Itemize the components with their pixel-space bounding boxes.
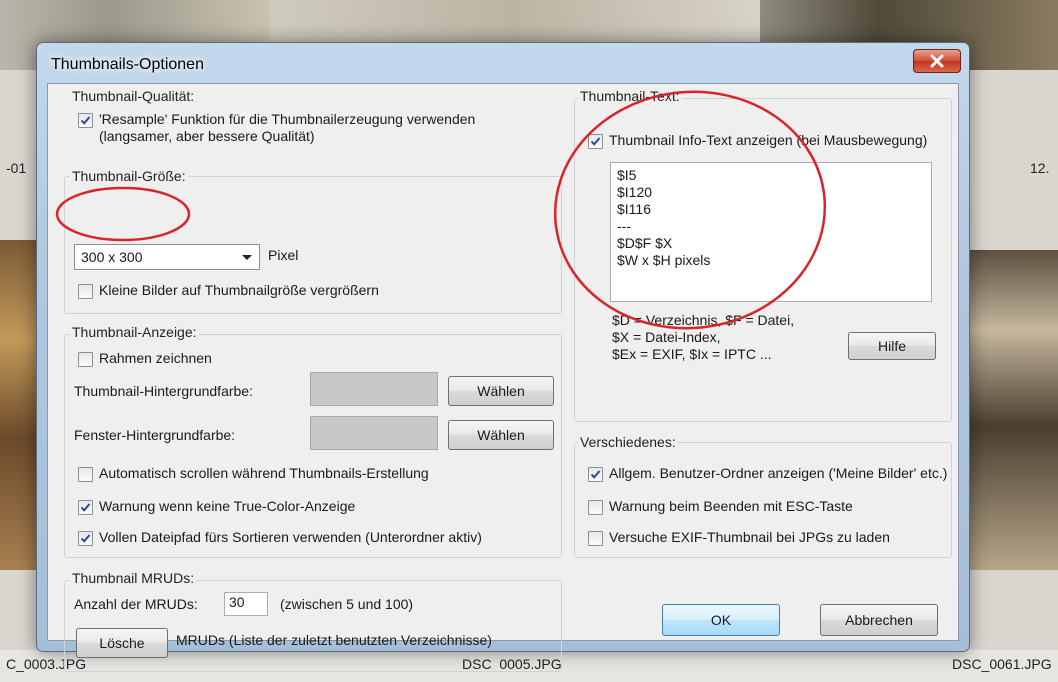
thumbnail-background-swatch bbox=[310, 372, 438, 406]
exif-thumbnail-label: Versuche EXIF-Thumbnail bei JPGs zu lade… bbox=[609, 529, 890, 545]
mruds-group bbox=[64, 580, 562, 672]
full-path-label: Vollen Dateipfad fürs Sortieren verwende… bbox=[99, 529, 482, 545]
show-info-text-label: Thumbnail Info-Text anzeigen (bei Mausbe… bbox=[609, 132, 928, 148]
resample-checkbox[interactable] bbox=[78, 113, 93, 128]
esc-warning-checkbox[interactable] bbox=[588, 500, 603, 515]
thumbnail-background-label: Thumbnail-Hintergrundfarbe: bbox=[74, 383, 253, 399]
mruds-group-title: Thumbnail MRUDs: bbox=[70, 570, 197, 586]
thumbnail-size-select[interactable]: 300 x 300 bbox=[74, 244, 260, 270]
checkmark-icon bbox=[80, 116, 91, 125]
warn-truecolor-checkbox[interactable] bbox=[78, 500, 93, 515]
user-folders-label: Allgem. Benutzer-Ordner anzeigen ('Meine… bbox=[609, 465, 948, 481]
resample-option[interactable]: 'Resample' Funktion für die Thumbnailerz… bbox=[78, 111, 548, 145]
full-path-checkbox[interactable] bbox=[78, 531, 93, 546]
frame-label: Rahmen zeichnen bbox=[99, 350, 212, 366]
variable-legend-line: $Ex = EXIF, $Ix = IPTC ... bbox=[612, 346, 772, 362]
background-file-label[interactable]: DSC_0061.JPG bbox=[952, 656, 1052, 672]
size-group-title: Thumbnail-Größe: bbox=[70, 168, 188, 184]
dialog-title: Thumbnails-Optionen bbox=[51, 56, 204, 73]
misc-group-title: Verschiedenes: bbox=[578, 434, 678, 450]
exif-thumbnail-option[interactable]: Versuche EXIF-Thumbnail bei JPGs zu lade… bbox=[588, 529, 890, 546]
display-group-title: Thumbnail-Anzeige: bbox=[70, 324, 199, 340]
mruds-delete-hint: MRUDs (Liste der zuletzt benutzten Verze… bbox=[176, 632, 492, 648]
help-button[interactable]: Hilfe bbox=[848, 332, 936, 360]
esc-warning-label: Warnung beim Beenden mit ESC-Taste bbox=[609, 498, 853, 514]
user-folders-checkbox[interactable] bbox=[588, 467, 603, 482]
dialog-client-area: Thumbnail-Qualität: 'Resample' Funktion … bbox=[47, 83, 959, 672]
window-background-label: Fenster-Hintergrundfarbe: bbox=[74, 427, 236, 443]
choose-window-color-button[interactable]: Wählen bbox=[448, 420, 554, 450]
info-text-line: $W x $H pixels bbox=[617, 252, 711, 268]
delete-mruds-button[interactable]: Lösche bbox=[76, 628, 168, 658]
quality-group-title: Thumbnail-Qualität: bbox=[70, 88, 197, 104]
cancel-button[interactable]: Abbrechen bbox=[820, 604, 938, 636]
choose-thumbnail-color-button[interactable]: Wählen bbox=[448, 376, 554, 406]
variable-legend-line: $D = Verzeichnis, $F = Datei, bbox=[612, 312, 795, 328]
thumbnail-text-group-title: Thumbnail-Text: bbox=[578, 88, 682, 104]
esc-warning-option[interactable]: Warnung beim Beenden mit ESC-Taste bbox=[588, 498, 853, 515]
info-text-line: $I5 bbox=[617, 167, 637, 183]
auto-scroll-option[interactable]: Automatisch scrollen während Thumbnails-… bbox=[78, 465, 429, 482]
checkmark-icon bbox=[80, 534, 91, 543]
warn-truecolor-label: Warnung wenn keine True-Color-Anzeige bbox=[99, 498, 356, 514]
close-icon bbox=[930, 54, 944, 68]
exif-thumbnail-checkbox[interactable] bbox=[588, 531, 603, 546]
background-thumbnail bbox=[968, 250, 1058, 570]
resample-label: 'Resample' Funktion für die Thumbnailerz… bbox=[99, 111, 476, 144]
window-background-swatch bbox=[310, 416, 438, 450]
background-thumbnail bbox=[270, 0, 760, 44]
info-text-template[interactable]: $I5 $I120 $I116 --- $D$F $X $W x $H pixe… bbox=[610, 162, 932, 302]
checkmark-icon bbox=[590, 137, 601, 146]
thumbnail-size-value: 300 x 300 bbox=[81, 249, 143, 265]
info-text-line: $D$F $X bbox=[617, 235, 673, 251]
auto-scroll-checkbox[interactable] bbox=[78, 467, 93, 482]
enlarge-label: Kleine Bilder auf Thumbnailgröße vergröß… bbox=[99, 282, 379, 298]
size-unit-label: Pixel bbox=[268, 247, 299, 263]
chevron-down-icon bbox=[242, 255, 252, 260]
close-button[interactable] bbox=[913, 49, 961, 73]
mruds-range-hint: (zwischen 5 und 100) bbox=[280, 596, 414, 612]
enlarge-checkbox[interactable] bbox=[78, 284, 93, 299]
background-file-label[interactable]: -01 bbox=[6, 160, 26, 176]
info-text-line: $I116 bbox=[617, 201, 651, 217]
enlarge-option[interactable]: Kleine Bilder auf Thumbnailgröße vergröß… bbox=[78, 282, 379, 299]
variable-legend-line: $X = Datei-Index, bbox=[612, 329, 721, 345]
checkmark-icon bbox=[80, 503, 91, 512]
info-text-line: --- bbox=[617, 218, 631, 234]
background-file-label[interactable]: 12. bbox=[1030, 160, 1049, 176]
info-text-line: $I120 bbox=[617, 184, 653, 200]
ok-button[interactable]: OK bbox=[662, 604, 780, 636]
mruds-count-input[interactable]: 30 bbox=[224, 592, 268, 616]
warn-truecolor-option[interactable]: Warnung wenn keine True-Color-Anzeige bbox=[78, 498, 355, 515]
show-info-text-option[interactable]: Thumbnail Info-Text anzeigen (bei Mausbe… bbox=[588, 132, 927, 149]
show-info-text-checkbox[interactable] bbox=[588, 134, 603, 149]
mruds-count-label: Anzahl der MRUDs: bbox=[74, 596, 198, 612]
full-path-option[interactable]: Vollen Dateipfad fürs Sortieren verwende… bbox=[78, 529, 482, 546]
frame-option[interactable]: Rahmen zeichnen bbox=[78, 350, 212, 367]
checkmark-icon bbox=[590, 470, 601, 479]
user-folders-option[interactable]: Allgem. Benutzer-Ordner anzeigen ('Meine… bbox=[588, 465, 947, 482]
background-thumbnail bbox=[0, 240, 36, 570]
thumbnail-options-dialog: Thumbnails-Optionen Thumbnail-Qualität: … bbox=[36, 42, 970, 672]
frame-checkbox[interactable] bbox=[78, 352, 93, 367]
auto-scroll-label: Automatisch scrollen während Thumbnails-… bbox=[99, 465, 429, 481]
